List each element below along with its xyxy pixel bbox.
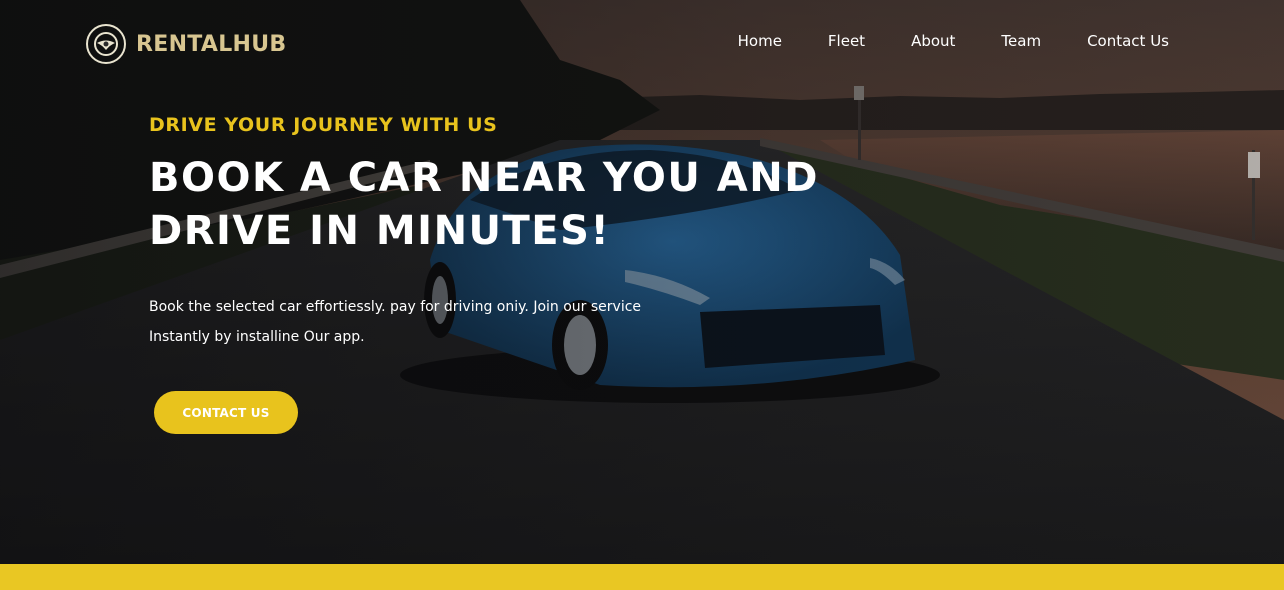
hero-headline-line1: BOOK A CAR NEAR YOU AND xyxy=(149,155,819,201)
brand-name: RENTALHUB xyxy=(136,31,287,57)
hero-section: RENTALHUB Home Fleet About Team Contact … xyxy=(0,0,1284,564)
hero-description-line1: Book the selected car effortiessly. pay … xyxy=(149,299,642,315)
hero-dark-overlay xyxy=(0,0,1284,564)
steering-wheel-icon xyxy=(86,24,126,64)
nav-about[interactable]: About xyxy=(911,32,955,50)
main-nav: Home Fleet About Team Contact Us xyxy=(738,32,1169,50)
hero-description-line2: Instantly by installine Our app. xyxy=(149,329,365,345)
accent-footer-strip xyxy=(0,564,1284,590)
hero-headline: BOOK A CAR NEAR YOU AND DRIVE IN MINUTES… xyxy=(149,152,869,258)
contact-us-button[interactable]: CONTACT US xyxy=(154,391,298,434)
nav-home[interactable]: Home xyxy=(738,32,782,50)
brand-logo[interactable]: RENTALHUB xyxy=(86,24,286,64)
hero-headline-line2: DRIVE IN MINUTES! xyxy=(149,208,611,254)
nav-team[interactable]: Team xyxy=(1001,32,1041,50)
nav-contact-us[interactable]: Contact Us xyxy=(1087,32,1169,50)
hero-eyebrow: DRIVE YOUR JOURNEY WITH US xyxy=(149,114,498,136)
hero-description: Book the selected car effortiessly. pay … xyxy=(149,292,749,352)
nav-fleet[interactable]: Fleet xyxy=(828,32,865,50)
